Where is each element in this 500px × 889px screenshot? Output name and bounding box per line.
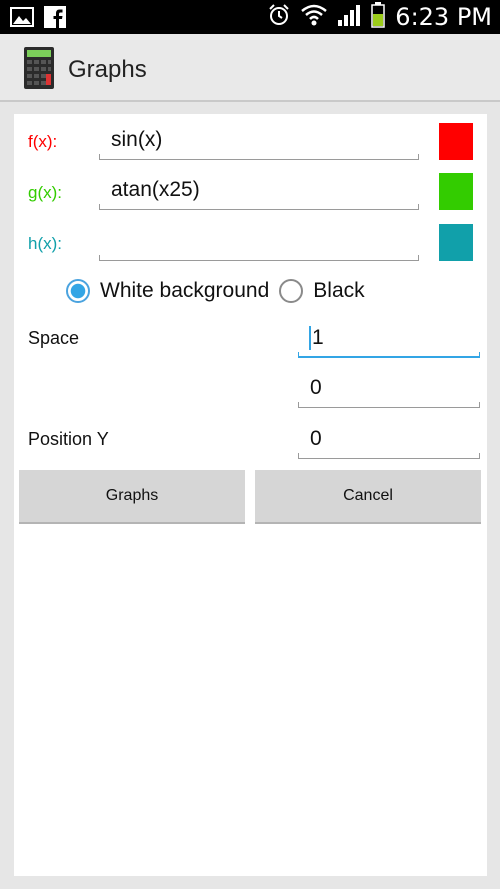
text-cursor [309,326,311,350]
white-background-label[interactable]: White background [100,279,269,303]
fx-input-underline [99,154,419,160]
black-background-label[interactable]: Black [313,279,364,303]
position-y-input-underline [298,453,480,459]
page-title: Graphs [68,56,147,83]
hx-label: h(x): [28,234,62,253]
gx-input[interactable]: atan(x25) [99,174,419,210]
graph-settings-form: f(x): sin(x) g(x): atan(x25) h(x): White… [14,114,487,876]
position-y-input-value: 0 [310,427,322,450]
alarm-icon [267,3,291,32]
fx-input[interactable]: sin(x) [99,124,419,160]
background-radio-group: White background Black [66,276,365,306]
status-time: 6:23 PM [395,3,492,31]
position-x-input-underline [298,402,480,408]
action-bar: Graphs [0,34,500,102]
position-x-input-value: 0 [310,376,322,399]
gx-input-underline [99,204,419,210]
black-background-radio[interactable] [279,279,304,303]
position-x-input[interactable]: 0 [298,368,480,408]
status-bar: 6:23 PM [0,0,500,34]
gx-label: g(x): [28,183,62,202]
position-y-input[interactable]: 0 [298,419,480,459]
space-input-underline [298,352,480,358]
gallery-icon [10,7,34,32]
hx-input[interactable] [99,225,419,261]
hx-color-swatch[interactable] [439,224,473,261]
space-input[interactable]: 1 [298,318,480,358]
gx-input-value: atan(x25) [111,178,200,201]
battery-icon [371,1,386,33]
fx-label: f(x): [28,132,58,151]
graphs-button[interactable]: Graphs [19,470,245,524]
fx-input-value: sin(x) [111,128,163,151]
space-label: Space [28,328,80,348]
hx-input-underline [99,255,419,261]
wifi-icon [301,4,328,31]
white-background-radio[interactable] [66,279,90,303]
cancel-button[interactable]: Cancel [255,470,481,524]
fx-color-swatch[interactable] [439,123,473,160]
calculator-app-icon[interactable] [24,47,54,89]
signal-icon [337,4,361,31]
position-y-label: Position Y [28,429,109,449]
space-input-value: 1 [312,326,324,349]
facebook-icon [44,6,66,33]
gx-color-swatch[interactable] [439,173,473,210]
